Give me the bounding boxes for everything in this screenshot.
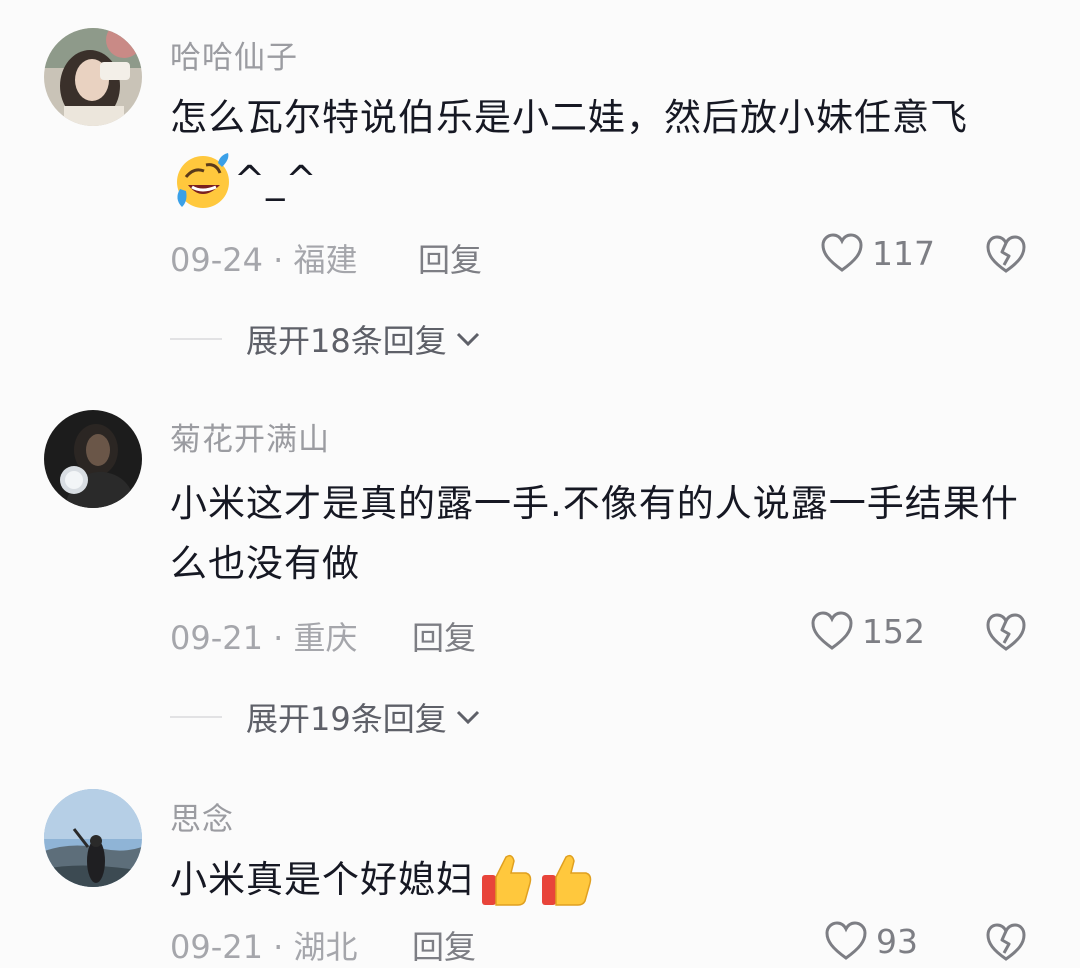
comment-text: 怎么瓦尔特说伯乐是小二娃，然后放小妹任意飞 ^_^ bbox=[170, 88, 1040, 212]
avatar[interactable] bbox=[44, 28, 142, 126]
avatar[interactable] bbox=[44, 789, 142, 887]
meta-separator: · bbox=[273, 241, 294, 279]
dislike-button[interactable] bbox=[985, 234, 1027, 278]
comment-location: 湖北 bbox=[293, 928, 358, 966]
avatar[interactable] bbox=[44, 410, 142, 508]
comment-text-line: 小米真是个好媳妇 bbox=[170, 858, 474, 901]
expand-replies-label: 展开18条回复 bbox=[246, 322, 447, 360]
thumbs-up-icon bbox=[482, 854, 532, 906]
comment-text-line-2: ^_^ bbox=[170, 148, 1040, 212]
like-button[interactable]: 93 bbox=[824, 920, 918, 962]
username[interactable]: 思念 bbox=[170, 794, 234, 839]
comment-location: 福建 bbox=[293, 241, 358, 279]
comment-text: 小米这才是真的露一手.不像有的人说露一手结果什么也没有做 bbox=[170, 482, 1019, 585]
avatar-image bbox=[44, 789, 142, 887]
chevron-down-icon bbox=[456, 710, 479, 725]
face-with-tears-of-joy-icon bbox=[177, 153, 229, 208]
chevron-down-icon bbox=[456, 332, 479, 347]
avatar-image bbox=[44, 410, 142, 508]
reply-button[interactable]: 回复 bbox=[418, 235, 482, 281]
like-button[interactable]: 117 bbox=[820, 232, 935, 274]
heart-icon bbox=[811, 611, 853, 650]
like-count: 93 bbox=[876, 921, 918, 961]
heart-icon bbox=[821, 233, 863, 272]
broken-heart-icon bbox=[986, 923, 1026, 961]
like-count: 152 bbox=[862, 611, 925, 651]
reply-button[interactable]: 回复 bbox=[412, 922, 476, 968]
expand-replies-label: 展开19条回复 bbox=[246, 700, 447, 738]
expand-replies[interactable]: 展开19条回复 bbox=[170, 694, 481, 740]
reply-button[interactable]: 回复 bbox=[412, 613, 476, 659]
broken-heart-icon bbox=[986, 235, 1026, 273]
heart-icon bbox=[825, 921, 867, 960]
comment-meta: 09-21 · 湖北 bbox=[170, 922, 358, 968]
comment-text-line: 怎么瓦尔特说伯乐是小二娃，然后放小妹任意飞 bbox=[170, 96, 968, 139]
expand-replies[interactable]: 展开18条回复 bbox=[170, 316, 481, 362]
comment-date: 09-21 bbox=[170, 619, 263, 657]
username[interactable]: 菊花开满山 bbox=[170, 414, 330, 459]
comment-date: 09-24 bbox=[170, 241, 263, 279]
comment-text: 小米真是个好媳妇 bbox=[170, 848, 1040, 912]
emoticon-text: ^_^ bbox=[234, 158, 318, 201]
broken-heart-icon bbox=[986, 613, 1026, 651]
like-button[interactable]: 152 bbox=[810, 610, 925, 652]
comment-date: 09-21 bbox=[170, 928, 263, 966]
dislike-button[interactable] bbox=[985, 612, 1027, 656]
divider-line bbox=[170, 338, 222, 340]
avatar-image bbox=[44, 28, 142, 126]
comment-location: 重庆 bbox=[293, 619, 358, 657]
username[interactable]: 哈哈仙子 bbox=[170, 32, 298, 77]
thumbs-up-icon bbox=[542, 854, 592, 906]
divider-line bbox=[170, 716, 222, 718]
meta-separator: · bbox=[273, 619, 294, 657]
dislike-button[interactable] bbox=[985, 922, 1027, 966]
like-count: 117 bbox=[872, 233, 935, 273]
comment-meta: 09-21 · 重庆 bbox=[170, 613, 358, 659]
comment-meta: 09-24 · 福建 bbox=[170, 235, 358, 281]
meta-separator: · bbox=[273, 928, 294, 966]
